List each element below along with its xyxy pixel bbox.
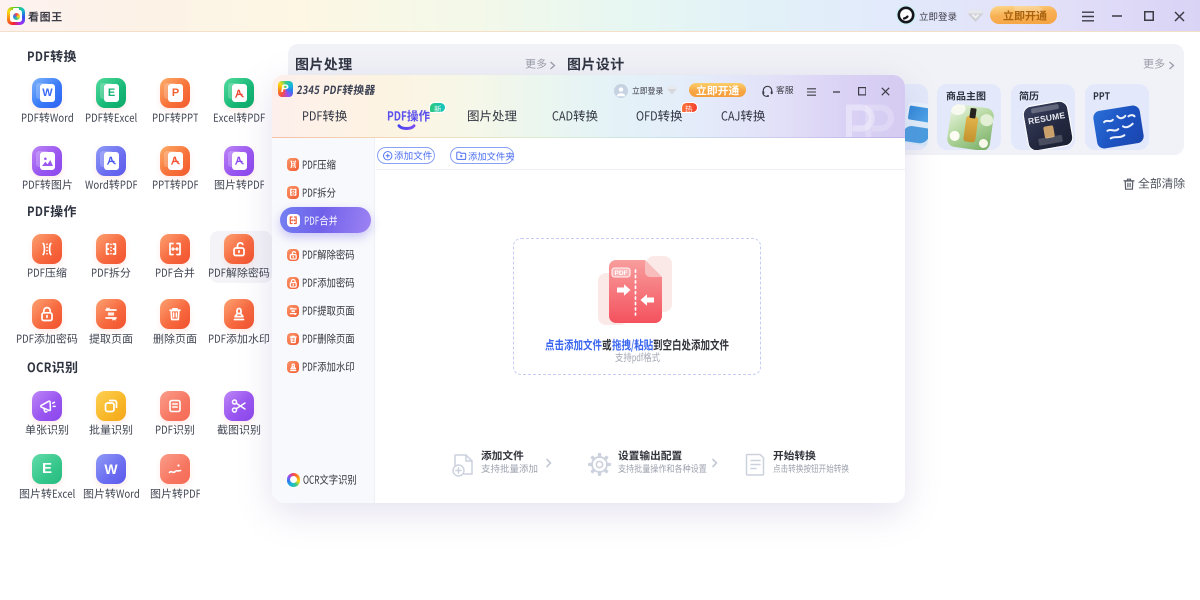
svg-text:PDF: PDF [615,270,628,277]
